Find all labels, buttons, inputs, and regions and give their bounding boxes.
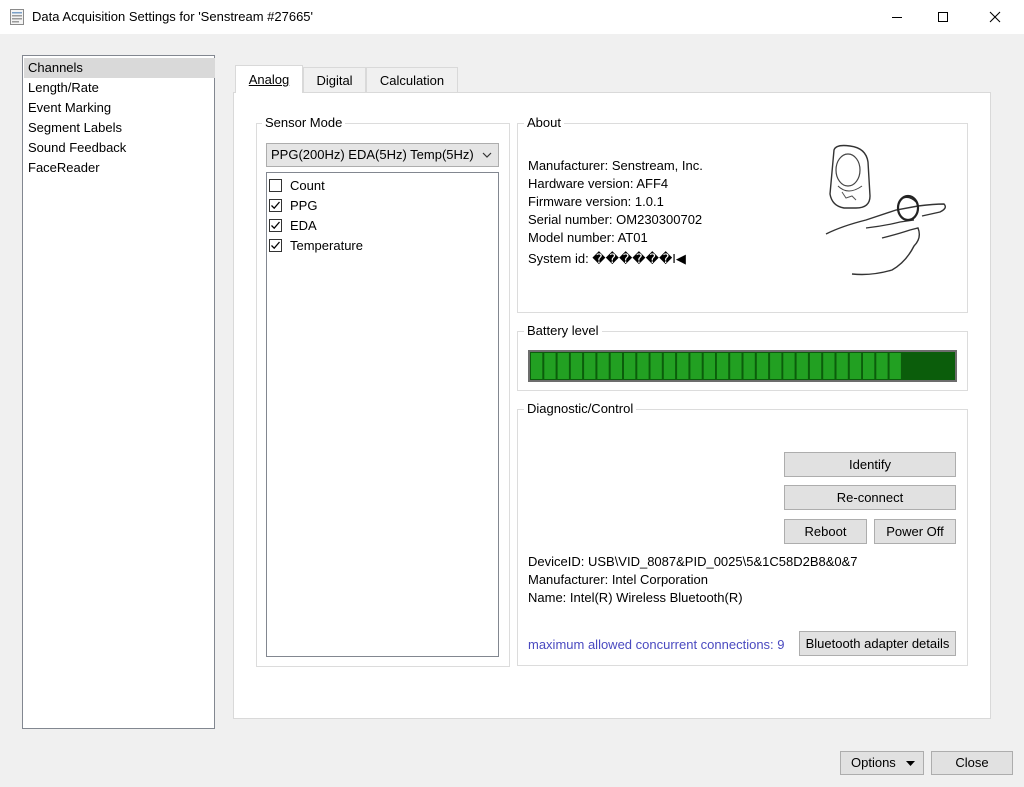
battery-segment: [544, 353, 556, 379]
about-label: About: [524, 115, 564, 130]
close-icon: [989, 11, 1001, 23]
close-window-button[interactable]: [972, 0, 1018, 34]
battery-label: Battery level: [524, 323, 602, 338]
battery-segment: [677, 353, 689, 379]
bluetooth-device-id: DeviceID: USB\VID_8087&PID_0025\5&1C58D2…: [528, 554, 858, 569]
battery-segments: [531, 353, 901, 379]
battery-segment: [690, 353, 702, 379]
temperature-checkbox[interactable]: [269, 239, 282, 252]
bluetooth-manufacturer: Manufacturer: Intel Corporation: [528, 572, 708, 587]
battery-segment: [863, 353, 875, 379]
eda-checkbox[interactable]: [269, 219, 282, 232]
count-label: Count: [290, 178, 325, 193]
battery-segment: [531, 353, 543, 379]
battery-segment: [637, 353, 649, 379]
about-model-number: Model number: AT01: [528, 230, 648, 245]
checkmark-icon: [271, 221, 280, 230]
tab-digital[interactable]: Digital: [303, 67, 366, 92]
about-firmware-version: Firmware version: 1.0.1: [528, 194, 664, 209]
nav-item-length-rate[interactable]: Length/Rate: [24, 78, 215, 98]
reconnect-button[interactable]: Re-connect: [784, 485, 956, 510]
dropdown-arrow-icon: [906, 761, 915, 766]
temperature-label: Temperature: [290, 238, 363, 253]
battery-segment: [823, 353, 835, 379]
battery-segment: [743, 353, 755, 379]
ppg-checkbox[interactable]: [269, 199, 282, 212]
channel-list[interactable]: Count PPG EDA Temperature: [266, 172, 499, 657]
battery-segment: [770, 353, 782, 379]
options-label: Options: [851, 755, 896, 770]
minimize-button[interactable]: [874, 0, 920, 34]
checkmark-icon: [271, 241, 280, 250]
eda-label: EDA: [290, 218, 317, 233]
battery-segment: [796, 353, 808, 379]
battery-level-bar: [528, 350, 957, 382]
maximize-icon: [938, 12, 948, 22]
battery-segment: [889, 353, 901, 379]
minimize-icon: [892, 17, 902, 18]
battery-segment: [876, 353, 888, 379]
battery-segment: [597, 353, 609, 379]
chevron-down-icon: [482, 152, 492, 158]
title-bar: Data Acquisition Settings for 'Senstream…: [0, 0, 1024, 34]
power-off-button[interactable]: Power Off: [874, 519, 956, 544]
tab-calculation[interactable]: Calculation: [366, 67, 458, 92]
diagnostic-label: Diagnostic/Control: [524, 401, 637, 416]
nav-item-segment-labels[interactable]: Segment Labels: [24, 118, 215, 138]
battery-segment: [570, 353, 583, 379]
channel-item-temperature[interactable]: Temperature: [269, 236, 489, 256]
battery-segment: [610, 353, 622, 379]
identify-button[interactable]: Identify: [784, 452, 956, 477]
sensor-mode-value: PPG(200Hz) EDA(5Hz) Temp(5Hz): [271, 147, 474, 162]
ppg-label: PPG: [290, 198, 318, 213]
about-system-id: System id: ������I◀: [528, 251, 686, 266]
app-icon: [10, 9, 24, 25]
nav-item-facereader[interactable]: FaceReader: [24, 158, 215, 178]
about-serial-number: Serial number: OM230300702: [528, 212, 703, 227]
battery-segment: [836, 353, 848, 379]
sensor-mode-label: Sensor Mode: [262, 115, 346, 130]
battery-segment: [557, 353, 569, 379]
options-button[interactable]: Options: [840, 751, 924, 775]
battery-segment: [809, 353, 822, 379]
checkmark-icon: [271, 201, 280, 210]
reboot-button[interactable]: Reboot: [784, 519, 867, 544]
channel-item-count[interactable]: Count: [269, 176, 489, 196]
nav-item-channels[interactable]: Channels: [24, 58, 215, 78]
nav-item-sound-feedback[interactable]: Sound Feedback: [24, 138, 215, 158]
bluetooth-name: Name: Intel(R) Wireless Bluetooth(R): [528, 590, 743, 605]
channel-item-ppg[interactable]: PPG: [269, 196, 489, 216]
battery-segment: [756, 353, 769, 379]
sensor-mode-dropdown[interactable]: PPG(200Hz) EDA(5Hz) Temp(5Hz): [266, 143, 499, 167]
battery-segment: [730, 353, 742, 379]
maximize-button[interactable]: [920, 0, 966, 34]
battery-segment: [624, 353, 636, 379]
tab-analog[interactable]: Analog: [235, 65, 303, 93]
battery-segment: [849, 353, 862, 379]
battery-segment: [650, 353, 662, 379]
count-checkbox[interactable]: [269, 179, 282, 192]
nav-item-event-marking[interactable]: Event Marking: [24, 98, 215, 118]
bluetooth-adapter-details-button[interactable]: Bluetooth adapter details: [799, 631, 956, 656]
window-title: Data Acquisition Settings for 'Senstream…: [32, 9, 314, 24]
battery-segment: [663, 353, 676, 379]
battery-segment: [703, 353, 715, 379]
settings-nav: Channels Length/Rate Event Marking Segme…: [22, 55, 215, 729]
battery-segment: [783, 353, 795, 379]
battery-segment: [716, 353, 729, 379]
max-connections-text: maximum allowed concurrent connections: …: [528, 637, 785, 652]
about-hardware-version: Hardware version: AFF4: [528, 176, 669, 191]
battery-segment: [584, 353, 596, 379]
close-button[interactable]: Close: [931, 751, 1013, 775]
device-illustration: [825, 144, 947, 276]
about-manufacturer: Manufacturer: Senstream, Inc.: [528, 158, 703, 173]
channel-item-eda[interactable]: EDA: [269, 216, 489, 236]
